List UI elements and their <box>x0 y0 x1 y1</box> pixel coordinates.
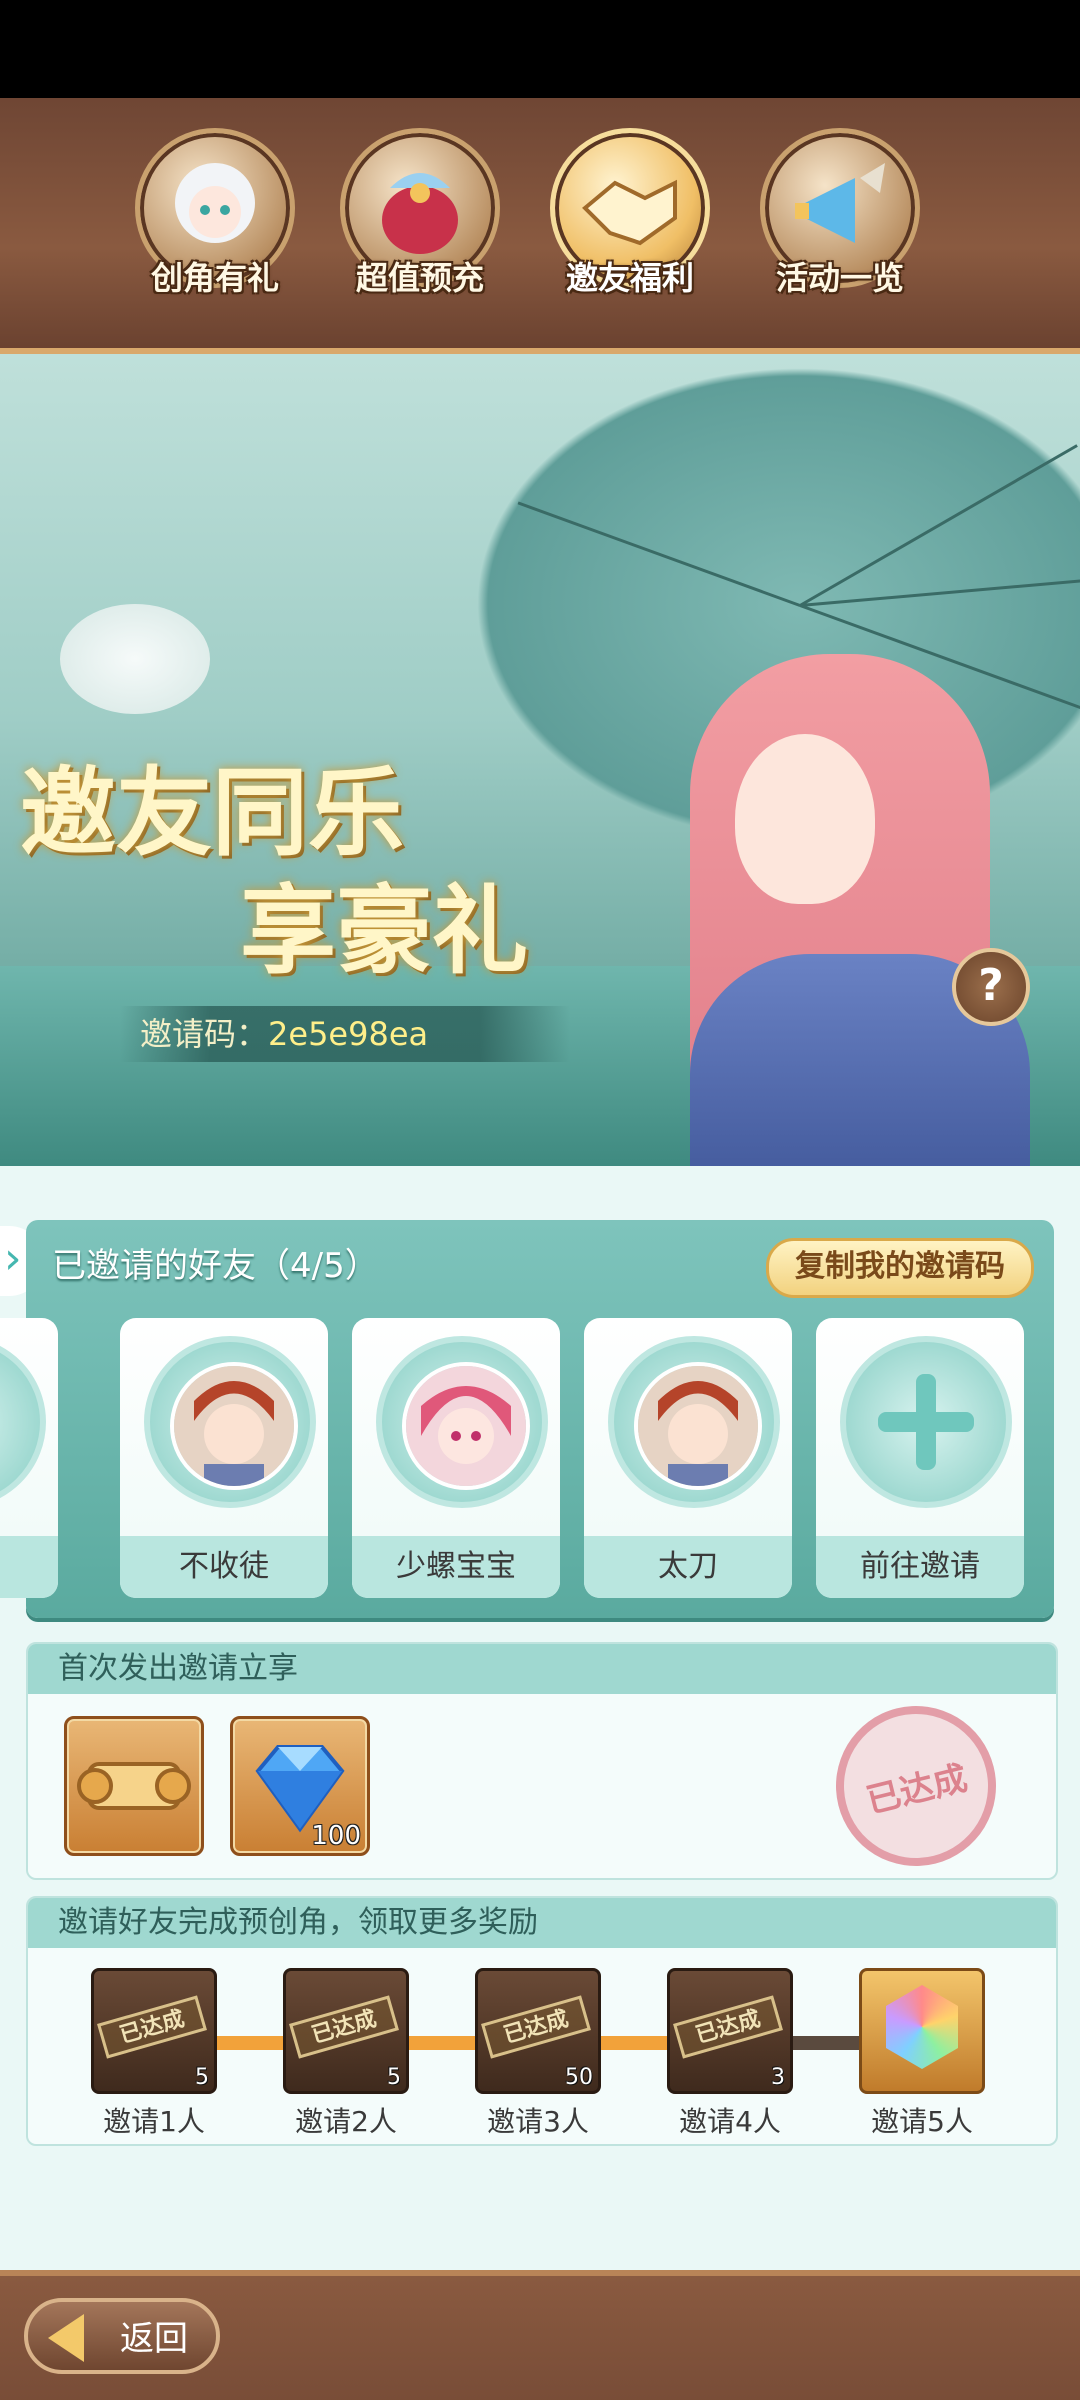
friend-name-bar <box>0 1536 58 1598</box>
go-invite-label: 前往邀请 <box>816 1536 1024 1598</box>
go-invite-card[interactable]: 前往邀请 <box>816 1318 1024 1598</box>
reward-box <box>859 1968 985 2094</box>
avatar-ring <box>608 1336 780 1508</box>
avatar-ring <box>376 1336 548 1508</box>
reward-count: 3 <box>771 2065 785 2090</box>
invite-code-value: 2e5e98ea <box>268 1015 429 1053</box>
tab-label: 创角有礼 <box>150 259 279 297</box>
tier-reward[interactable]: 已达成 5 邀请2人 <box>256 1968 436 2140</box>
tier-reward[interactable]: 已达成 50 邀请3人 <box>448 1968 628 2140</box>
tab-label: 邀友福利 <box>565 259 694 297</box>
reward-count: 50 <box>565 2065 593 2090</box>
tab-invite-benefits[interactable]: 邀友福利 <box>545 128 715 328</box>
reward-box: 已达成 5 <box>91 1968 217 2094</box>
top-tab-bar: 创角有礼 超值预充 邀友福利 活动一览 <box>0 98 1080 354</box>
tier-reward[interactable]: 已达成 3 邀请4人 <box>640 1968 820 2140</box>
tier-reward-section: 邀请好友完成预创角，领取更多奖励 已达成 5 邀请1人 已达成 5 邀请2人 已… <box>26 1896 1058 2146</box>
first-invite-header: 首次发出邀请立享 <box>28 1644 1056 1694</box>
reward-box: 已达成 3 <box>667 1968 793 2094</box>
character-face <box>735 734 875 904</box>
invite-friends-screen: 创角有礼 超值预充 邀友福利 活动一览 邀友同乐 享豪礼 邀请码：2e5e98e… <box>0 98 1080 2400</box>
reward-count: 100 <box>311 1821 361 1851</box>
first-invite-reward-section: 首次发出邀请立享 100 已达成 <box>26 1642 1058 1883</box>
tier-label: 邀请2人 <box>295 2105 397 2138</box>
tab-label: 超值预充 <box>355 259 484 297</box>
banner-title-line1: 邀友同乐 <box>20 756 404 869</box>
plus-icon <box>878 1374 974 1470</box>
golden-scroll-icon <box>77 1762 191 1810</box>
banner-title: 邀友同乐 享豪礼 <box>20 754 528 990</box>
tier-header: 邀请好友完成预创角，领取更多奖励 <box>28 1898 1056 1948</box>
male-hero-avatar <box>634 1362 762 1490</box>
claimed-badge: 已达成 <box>673 1995 783 2059</box>
friend-card[interactable]: 少螺宝宝 <box>352 1318 560 1598</box>
friend-card[interactable]: 不收徒 <box>120 1318 328 1598</box>
friend-name: 少螺宝宝 <box>352 1536 560 1598</box>
tier-reward[interactable]: 邀请5人 <box>832 1968 1012 2140</box>
tab-label: 活动一览 <box>775 259 904 297</box>
claimed-badge: 已达成 <box>97 1995 207 2059</box>
tab-create-role-gift[interactable]: 创角有礼 <box>130 128 300 328</box>
tab-value-recharge[interactable]: 超值预充 <box>335 128 505 328</box>
lotus-flower <box>60 604 210 714</box>
avatar-ring <box>840 1336 1012 1508</box>
invite-code: 邀请码：2e5e98ea <box>120 1006 570 1062</box>
friend-name: 不收徒 <box>120 1536 328 1598</box>
copy-invite-code-button[interactable]: 复制我的邀请码 <box>766 1238 1034 1298</box>
reward-count: 5 <box>387 2065 401 2090</box>
reward-count: 5 <box>195 2065 209 2090</box>
invited-friends-title: 已邀请的好友（4/5） <box>52 1246 379 1286</box>
male-hero-avatar <box>170 1362 298 1490</box>
reward-item[interactable] <box>64 1716 204 1856</box>
tab-activity-overview[interactable]: 活动一览 <box>755 128 925 328</box>
reward-box: 已达成 50 <box>475 1968 601 2094</box>
help-button[interactable]: ? <box>952 948 1030 1026</box>
invite-code-label: 邀请码： <box>140 1015 269 1053</box>
achieved-stamp: 已达成 <box>819 1689 1013 1883</box>
tier-label: 邀请3人 <box>487 2105 589 2138</box>
banner-title-line2: 享豪礼 <box>240 874 528 987</box>
back-arrow-icon <box>48 2314 84 2362</box>
tier-reward[interactable]: 已达成 5 邀请1人 <box>64 1968 244 2140</box>
claimed-badge: 已达成 <box>289 1995 399 2059</box>
pink-hair-girl-avatar <box>402 1362 530 1490</box>
tier-label: 邀请1人 <box>103 2105 205 2138</box>
friend-name: 太刀 <box>584 1536 792 1598</box>
friend-card-partial <box>0 1318 58 1598</box>
invited-friends-panel: 已邀请的好友（4/5） 复制我的邀请码 不收徒 少螺宝宝 太刀 前往邀请 <box>0 1220 1054 1618</box>
bottom-bar: 返回 <box>0 2270 1080 2400</box>
back-label: 返回 <box>120 2319 188 2359</box>
claimed-badge: 已达成 <box>481 1995 591 2059</box>
reward-item[interactable]: 100 <box>230 1716 370 1856</box>
friend-card[interactable]: 太刀 <box>584 1318 792 1598</box>
back-button[interactable]: 返回 <box>24 2298 220 2374</box>
avatar-ring <box>144 1336 316 1508</box>
rainbow-gem-icon <box>886 1985 958 2069</box>
umbrella-rib <box>517 501 801 607</box>
tier-label: 邀请5人 <box>871 2105 973 2138</box>
avatar-ring <box>0 1336 46 1508</box>
reward-box: 已达成 5 <box>283 1968 409 2094</box>
event-banner: 邀友同乐 享豪礼 邀请码：2e5e98ea ? <box>0 354 1080 1166</box>
tier-label: 邀请4人 <box>679 2105 781 2138</box>
